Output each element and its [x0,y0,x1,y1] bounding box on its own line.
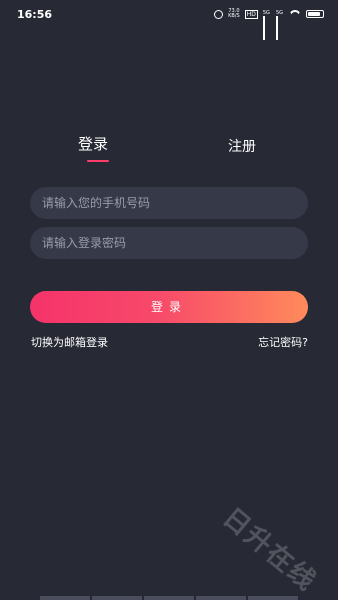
alarm-icon [214,9,224,19]
watermark: 日升在线 [216,502,322,598]
signal-icon: 5G [262,9,271,40]
status-icons: 73.0 KB/S HD 5G 5G [214,9,324,40]
phone-input[interactable] [30,187,308,219]
battery-icon [306,10,324,18]
battery-fill [308,12,320,16]
forgot-password-link[interactable]: 忘记密码? [258,334,308,350]
net-speed: 73.0 KB/S [228,9,240,19]
hd-badge: HD [244,9,258,19]
wifi-icon [289,10,301,19]
switch-email-login-link[interactable]: 切换为邮箱登录 [31,334,108,350]
tab-register[interactable]: 注册 [228,136,256,156]
net-speed-unit: KB/S [228,13,240,19]
tab-login[interactable]: 登录 [78,133,108,154]
tab-active-indicator [87,160,109,162]
status-time: 16:56 [17,8,53,21]
login-button[interactable]: 登录 [30,291,308,323]
status-bar: 16:56 73.0 KB/S HD 5G 5G [0,0,338,40]
password-input[interactable] [30,227,308,259]
signal-label-2: 5G [275,9,283,16]
signal-icon-2: 5G [275,9,284,40]
bottom-indicator-bar [40,596,298,600]
auth-tabs: 登录 注册 [0,133,338,173]
signal-label: 5G [262,9,270,16]
